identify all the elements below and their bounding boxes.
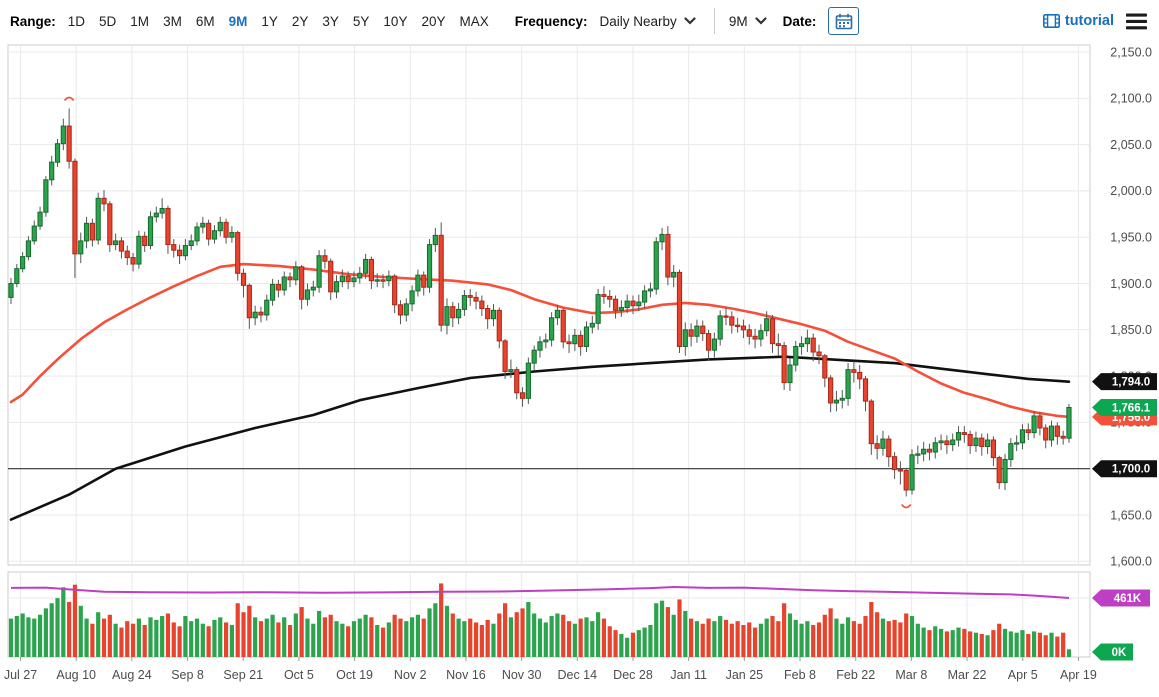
- range-option-6M[interactable]: 6M: [196, 14, 215, 29]
- range-option-9M[interactable]: 9M: [229, 14, 248, 29]
- frequency-value: Daily Nearby: [599, 13, 677, 29]
- svg-text:2,000.0: 2,000.0: [1110, 184, 1152, 198]
- range-option-3Y[interactable]: 3Y: [322, 14, 339, 29]
- svg-text:1,850.0: 1,850.0: [1110, 323, 1152, 337]
- chart-area: 2,150.0 2,100.0 2,050.0 2,000.0 1,950.0 1,900…: [0, 42, 1159, 697]
- chevron-down-icon: [684, 17, 696, 25]
- frequency-dropdown[interactable]: Daily Nearby: [600, 14, 696, 29]
- svg-text:Oct 19: Oct 19: [336, 668, 373, 682]
- range-option-3M[interactable]: 3M: [163, 14, 182, 29]
- range-option-1D[interactable]: 1D: [68, 14, 85, 29]
- frequency-label: Frequency:: [514, 13, 588, 29]
- svg-text:Nov 30: Nov 30: [502, 668, 542, 682]
- menu-button[interactable]: [1124, 11, 1149, 32]
- chart-toolbar: Range: 1D 5D 1M 3M 6M 9M 1Y 2Y 3Y 5Y 10Y 20Y MAX Fre…: [0, 0, 1159, 42]
- svg-text:2,050.0: 2,050.0: [1110, 138, 1152, 152]
- period-value: 9M: [728, 13, 748, 29]
- range-option-5D[interactable]: 5D: [99, 14, 116, 29]
- chart-application: Range: 1D 5D 1M 3M 6M 9M 1Y 2Y 3Y 5Y 10Y 20Y MAX Fre…: [0, 0, 1159, 697]
- svg-text:Feb 8: Feb 8: [784, 668, 816, 682]
- svg-text:Feb 22: Feb 22: [836, 668, 875, 682]
- tutorial-link[interactable]: tutorial: [1042, 13, 1114, 29]
- range-label: Range:: [10, 13, 56, 29]
- chevron-down-icon: [754, 17, 767, 25]
- candlestick-chart[interactable]: 2,150.0 2,100.0 2,050.0 2,000.0 1,950.0 1,900…: [0, 42, 1159, 697]
- svg-text:0K: 0K: [1112, 647, 1127, 659]
- svg-text:1,900.0: 1,900.0: [1110, 277, 1152, 291]
- svg-text:1,766.1: 1,766.1: [1112, 402, 1151, 414]
- range-selector: 1D 5D 1M 3M 6M 9M 1Y 2Y 3Y 5Y 10Y 20Y MAX: [68, 14, 489, 29]
- svg-text:Jan 11: Jan 11: [670, 668, 707, 682]
- svg-text:Mar 8: Mar 8: [895, 668, 927, 682]
- svg-text:1,650.0: 1,650.0: [1110, 508, 1152, 522]
- price-badge: 1,766.1: [1092, 398, 1157, 416]
- svg-text:Jul 27: Jul 27: [4, 668, 37, 682]
- svg-text:Nov 2: Nov 2: [394, 668, 427, 682]
- hamburger-icon: [1126, 13, 1147, 29]
- calendar-icon: [835, 13, 853, 29]
- toolbar-separator: [713, 8, 715, 34]
- price-badge: 1,700.0: [1092, 460, 1157, 478]
- svg-text:1,950.0: 1,950.0: [1110, 231, 1152, 245]
- toolbar-right-group: tutorial: [1042, 11, 1149, 32]
- svg-text:1,600.0: 1,600.0: [1110, 555, 1152, 569]
- svg-text:Aug 24: Aug 24: [112, 668, 152, 682]
- price-badge: 0K: [1092, 643, 1133, 661]
- date-label: Date:: [782, 13, 817, 29]
- svg-text:2,100.0: 2,100.0: [1110, 92, 1152, 106]
- range-option-20Y[interactable]: 20Y: [421, 14, 445, 29]
- range-option-1M[interactable]: 1M: [130, 14, 149, 29]
- svg-text:Apr 19: Apr 19: [1060, 668, 1097, 682]
- film-icon: [1042, 14, 1060, 28]
- tutorial-label: tutorial: [1064, 13, 1114, 29]
- svg-text:Nov 16: Nov 16: [446, 668, 486, 682]
- svg-text:Oct 5: Oct 5: [284, 668, 314, 682]
- svg-text:Dec 14: Dec 14: [557, 668, 597, 682]
- price-badge: 1,794.0: [1092, 373, 1157, 391]
- range-option-1Y[interactable]: 1Y: [261, 14, 278, 29]
- date-picker-button[interactable]: [828, 7, 860, 35]
- range-option-10Y[interactable]: 10Y: [383, 14, 407, 29]
- svg-text:2,150.0: 2,150.0: [1110, 45, 1152, 59]
- period-dropdown[interactable]: 9M: [729, 14, 767, 29]
- svg-text:1,700.0: 1,700.0: [1112, 464, 1150, 476]
- svg-text:1,794.0: 1,794.0: [1112, 377, 1150, 389]
- range-option-2Y[interactable]: 2Y: [292, 14, 309, 29]
- svg-text:Dec 28: Dec 28: [613, 668, 653, 682]
- range-option-MAX[interactable]: MAX: [459, 14, 488, 29]
- price-badge: 461K: [1092, 589, 1150, 607]
- svg-text:Apr 5: Apr 5: [1008, 668, 1038, 682]
- svg-text:461K: 461K: [1114, 593, 1142, 605]
- svg-text:Sep 8: Sep 8: [171, 668, 204, 682]
- svg-text:Aug 10: Aug 10: [56, 668, 96, 682]
- range-option-5Y[interactable]: 5Y: [353, 14, 370, 29]
- svg-text:Jan 25: Jan 25: [726, 668, 764, 682]
- svg-text:Sep 21: Sep 21: [223, 668, 263, 682]
- svg-text:Mar 22: Mar 22: [948, 668, 987, 682]
